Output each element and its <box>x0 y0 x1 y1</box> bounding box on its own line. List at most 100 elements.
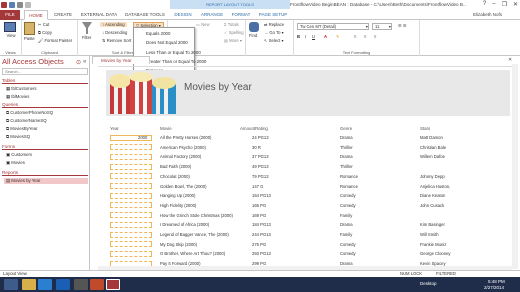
nav-header-chevron-icon[interactable]: ⊙ <box>76 59 81 66</box>
close-button[interactable]: ✕ <box>513 1 518 8</box>
cell-stars[interactable]: Willem Dafoe <box>420 154 445 159</box>
cell-stars[interactable]: Anjelica Huston, <box>420 184 450 189</box>
column-header-genre[interactable]: Genre <box>340 126 352 131</box>
year-cell-outline[interactable] <box>110 241 152 248</box>
highlight-button[interactable]: ✎ <box>336 34 340 39</box>
column-header-stars[interactable]: Stars <box>420 126 430 131</box>
spelling-button[interactable]: ✓ Spelling <box>224 30 244 35</box>
year-cell-outline[interactable] <box>110 163 152 170</box>
cell-amount-rating[interactable]: 24 PG13 <box>252 135 269 140</box>
cell-genre[interactable]: Thriller <box>340 145 353 150</box>
italic-button[interactable]: I <box>305 34 306 39</box>
tab-create[interactable]: CREATE <box>50 10 76 20</box>
nav-item-query[interactable]: ⧉ CustomerPhoneNoSQ <box>6 110 53 115</box>
cell-stars[interactable]: Johnny Depp <box>420 174 445 179</box>
cut-button[interactable]: ✂ Cut <box>38 22 49 27</box>
collapse-nav-icon[interactable]: « <box>83 59 86 65</box>
vertical-scrollbar[interactable] <box>512 64 518 269</box>
cell-movie[interactable]: Hanging Up (2000) <box>160 193 195 198</box>
column-header-year[interactable]: Year <box>110 126 119 131</box>
cell-stars[interactable]: George Clooney <box>420 251 451 256</box>
tab-external-data[interactable]: EXTERNAL DATA <box>78 10 120 20</box>
font-size-dropdown[interactable]: 11 ▾ <box>372 23 392 30</box>
save-icon[interactable] <box>9 1 15 8</box>
cell-amount-rating[interactable]: 49 PG13 <box>252 164 269 169</box>
nav-item-report-selected[interactable]: ▤ Movies by Year <box>4 178 88 184</box>
totals-button[interactable]: Σ Totals <box>224 22 239 27</box>
year-cell-outline[interactable] <box>110 183 152 189</box>
cell-amount-rating[interactable]: 147 G <box>252 184 263 189</box>
tab-format[interactable]: FORMAT <box>228 10 254 20</box>
powerpoint-icon[interactable] <box>90 279 104 290</box>
tab-database-tools[interactable]: DATABASE TOOLS <box>122 10 168 20</box>
year-cell-outline[interactable] <box>110 250 152 257</box>
nav-item-query[interactable]: ⧉ MoviesSQ <box>6 134 30 139</box>
tab-home[interactable]: HOME <box>24 10 48 20</box>
cell-genre[interactable]: Comedy <box>340 251 356 256</box>
tab-page-setup[interactable]: PAGE SETUP <box>256 10 290 20</box>
replace-button[interactable]: ⇄ Replace <box>264 22 284 27</box>
cell-amount-rating[interactable]: 275 PG <box>252 242 266 247</box>
access-taskbar-icon[interactable] <box>106 279 120 290</box>
cell-movie[interactable]: American Psycho (2000) <box>160 145 206 150</box>
cell-amount-rating[interactable]: 37 PG13 <box>252 154 269 159</box>
user-name[interactable]: Elizabeth Nofs <box>473 12 502 17</box>
find-button[interactable]: Find <box>249 22 259 38</box>
font-name-dropdown[interactable]: Tw Cen MT (Detail) ▾ <box>297 23 369 30</box>
cell-movie[interactable]: My Dog Skip (2000) <box>160 242 197 247</box>
filter-button[interactable]: Filter <box>82 22 92 40</box>
cell-stars[interactable]: Matt Damon <box>420 135 443 140</box>
bold-button[interactable]: B <box>297 34 300 39</box>
minimize-button[interactable]: – <box>492 1 495 8</box>
nav-item-tblcustomers[interactable]: ▦ tblCustomers <box>6 86 37 92</box>
column-header-movie[interactable]: Movie <box>160 126 172 131</box>
more-button[interactable]: ▤ More ▾ <box>224 38 242 43</box>
cell-movie[interactable]: Animal Factory (2000) <box>160 154 201 159</box>
descending-button[interactable]: ↓ Descending <box>100 30 129 35</box>
align-center-button[interactable]: ≡ <box>364 34 366 39</box>
cell-stars[interactable]: Kim Basinger <box>420 222 445 227</box>
outlook-icon[interactable] <box>56 279 70 290</box>
goto-button[interactable]: → Go To ▾ <box>264 30 284 35</box>
file-explorer-icon[interactable] <box>22 279 36 290</box>
year-cell-outline[interactable] <box>110 144 152 151</box>
media-icon[interactable] <box>74 279 88 290</box>
column-header-amount-rating[interactable]: AmountRating <box>240 126 268 131</box>
tab-arrange[interactable]: ARRANGE <box>198 10 226 20</box>
maximize-button[interactable]: ❐ <box>502 1 507 8</box>
cell-genre[interactable]: Thriller <box>340 164 353 169</box>
cell-movie[interactable]: Legend of Bagger Vance, The (2000) <box>160 232 229 237</box>
undo-icon[interactable] <box>17 1 23 8</box>
cell-movie[interactable]: I Dreamed of Africa (2000) <box>160 222 209 227</box>
cell-amount-rating[interactable]: 244 PG13 <box>252 232 271 237</box>
cell-amount-rating[interactable]: 293 PG13 <box>252 251 271 256</box>
year-cell-outline[interactable] <box>110 153 152 160</box>
cell-amount-rating[interactable]: 184 PG13 <box>252 222 271 227</box>
menu-item-not-equal[interactable]: Does Not Equal 2000 <box>146 40 188 45</box>
tab-file[interactable]: FILE <box>0 10 20 20</box>
cell-movie[interactable]: High Fidelity (2000) <box>160 203 196 208</box>
cell-amount-rating[interactable]: 30 R <box>252 145 261 150</box>
cell-amount-rating[interactable]: 165 PG <box>252 203 266 208</box>
underline-button[interactable]: U <box>312 34 315 39</box>
cell-movie[interactable]: Bad Faith (2000) <box>160 164 191 169</box>
year-cell-outline[interactable] <box>110 231 152 238</box>
close-document-icon[interactable]: ✕ <box>508 57 512 63</box>
cell-stars[interactable]: Christian Bale <box>420 145 446 150</box>
redo-icon[interactable] <box>25 1 31 8</box>
year-cell-outline[interactable] <box>110 202 152 209</box>
cell-genre[interactable]: Drama <box>340 135 353 140</box>
year-cell-outline[interactable] <box>110 173 152 180</box>
cell-genre[interactable]: Romance <box>340 174 358 179</box>
report-title[interactable]: Movies by Year <box>184 82 252 93</box>
menu-item-equals[interactable]: Equals 2000 <box>146 31 170 36</box>
copy-button[interactable]: ⧉ Copy <box>38 30 52 35</box>
tab-design[interactable]: DESIGN <box>172 10 194 20</box>
align-right-button[interactable]: ≡ <box>374 34 376 39</box>
cell-stars[interactable]: John Cusack <box>420 203 444 208</box>
nav-section-reports[interactable]: Reports <box>2 170 88 176</box>
paste-button[interactable]: Paste <box>24 22 35 41</box>
cell-amount-rating[interactable]: 79 PG13 <box>252 174 269 179</box>
cell-movie[interactable]: All the Pretty Horses (2000) <box>160 135 211 140</box>
cell-genre[interactable]: Romance <box>340 184 358 189</box>
